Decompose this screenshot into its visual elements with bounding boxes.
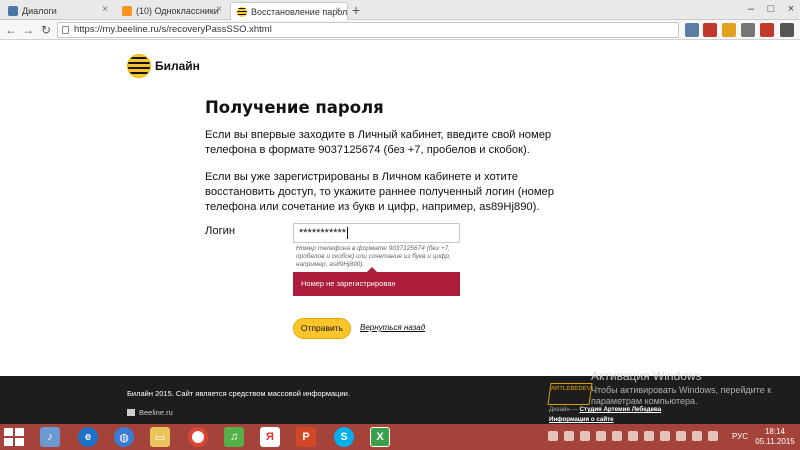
volume-icon[interactable]: [708, 431, 718, 441]
footer-site-link[interactable]: Beeline.ru: [127, 408, 173, 417]
music-app-icon[interactable]: ♫: [224, 427, 244, 447]
url-text: https://my.beeline.ru/s/recoveryPassSSO.…: [74, 24, 272, 35]
extension-icon[interactable]: [760, 23, 774, 37]
clock-date: 05.11.2015: [755, 437, 795, 446]
login-value: ***********: [299, 227, 347, 239]
tab-bar: Диалоги × (10) Одноклассники × Восстанов…: [0, 0, 800, 20]
window-close-icon[interactable]: ×: [782, 0, 800, 18]
design-credit: Дизайн — Студия Артемия Лебедева: [549, 406, 661, 413]
yandex-browser-icon[interactable]: Я: [260, 427, 280, 447]
file-explorer-icon[interactable]: ▭: [150, 427, 170, 447]
tray-icon[interactable]: [676, 431, 686, 441]
tray-icon[interactable]: [548, 431, 558, 441]
internet-explorer-icon[interactable]: e: [78, 427, 98, 447]
login-input[interactable]: ***********: [293, 223, 460, 243]
login-label: Логин: [205, 225, 236, 237]
powerpoint-icon[interactable]: P: [296, 427, 316, 447]
taskbar: ♪ e ◍ ▭ ♫ Я P S X РУС 18:14 05.11.2015: [0, 424, 800, 450]
forward-arrow-icon[interactable]: →: [20, 21, 36, 39]
url-field[interactable]: https://my.beeline.ru/s/recoveryPassSSO.…: [57, 22, 679, 38]
extension-icon[interactable]: [741, 23, 755, 37]
tray-icon[interactable]: [596, 431, 606, 441]
speaker-app-icon[interactable]: ♪: [40, 427, 60, 447]
extension-icon[interactable]: [685, 23, 699, 37]
instruction-first-time: Если вы впервые заходите в Личный кабине…: [205, 129, 552, 156]
maximize-icon[interactable]: □: [762, 0, 780, 18]
tray-icon[interactable]: [660, 431, 670, 441]
vk-icon: [8, 6, 18, 16]
windows-start-icon[interactable]: [4, 428, 24, 446]
beeline-ball-icon: [127, 54, 151, 78]
back-arrow-icon[interactable]: ←: [3, 21, 19, 39]
home-icon: [127, 409, 135, 416]
close-icon[interactable]: ×: [102, 2, 108, 18]
chrome-icon[interactable]: [188, 427, 208, 447]
text-caret: [347, 227, 349, 240]
close-icon[interactable]: ×: [216, 2, 222, 18]
tab-dialogs[interactable]: Диалоги ×: [2, 2, 114, 20]
tray-icon[interactable]: [564, 431, 574, 441]
activation-watermark-body: Чтобы активировать Windows, перейдите к …: [591, 385, 772, 406]
new-tab-icon[interactable]: +: [352, 2, 360, 18]
studio-link[interactable]: Студия Артемия Лебедева: [579, 406, 661, 413]
extension-icon[interactable]: [703, 23, 717, 37]
menu-icon[interactable]: [780, 23, 794, 37]
tray-icon[interactable]: [628, 431, 638, 441]
back-link[interactable]: Вернуться назад: [360, 323, 425, 332]
clock-time: 18:14: [764, 427, 786, 436]
logo-text: Билайн: [155, 59, 200, 73]
instruction-registered: Если вы уже зарегистрированы в Личном ка…: [205, 171, 554, 213]
close-icon[interactable]: ×: [335, 3, 341, 19]
tab-label: (10) Одноклассники: [136, 6, 219, 16]
network-globe-icon[interactable]: ◍: [114, 427, 134, 447]
site-info-link[interactable]: Информация о сайте: [549, 416, 614, 423]
address-bar: ← → ↻ https://my.beeline.ru/s/recoveryPa…: [0, 20, 800, 40]
tray-icon[interactable]: [644, 431, 654, 441]
skype-icon[interactable]: S: [334, 427, 354, 447]
beeline-logo[interactable]: Билайн: [127, 54, 200, 78]
footer-copyright: Билайн 2015. Сайт является средством мас…: [127, 389, 350, 398]
beeline-icon: [237, 6, 247, 17]
activation-watermark-title: Активация Windows: [591, 369, 702, 383]
tab-label: Восстановление пароля: [251, 6, 348, 17]
minimize-icon[interactable]: –: [742, 0, 760, 18]
error-message: Номер не зарегистрирован: [293, 267, 460, 296]
tray-icon[interactable]: [612, 431, 622, 441]
login-hint: Номер телефона в формате 9037125674 (без…: [296, 245, 451, 268]
reload-icon[interactable]: ↻: [38, 21, 54, 39]
page-title: Получение пароля: [205, 98, 384, 117]
submit-button[interactable]: Отправить: [293, 318, 351, 339]
artlebedev-logo[interactable]: ARTLEBEDEV: [547, 383, 593, 405]
language-indicator[interactable]: РУС: [732, 432, 748, 441]
tab-odnoklassniki[interactable]: (10) Одноклассники ×: [116, 2, 228, 20]
excel-app-icon[interactable]: X: [370, 427, 390, 447]
design-prefix: Дизайн —: [549, 406, 578, 413]
tab-label: Диалоги: [22, 6, 57, 16]
network-icon[interactable]: [692, 431, 702, 441]
tray-icon[interactable]: [580, 431, 590, 441]
footer-site-text: Beeline.ru: [139, 408, 173, 417]
extension-icon[interactable]: [722, 23, 736, 37]
clock[interactable]: 18:14 05.11.2015: [754, 427, 796, 447]
odnoklassniki-icon: [122, 6, 132, 16]
browser-window: Диалоги × (10) Одноклассники × Восстанов…: [0, 0, 800, 450]
tab-password-recovery[interactable]: Восстановление пароля ×: [230, 2, 348, 20]
lock-icon: [62, 26, 69, 34]
